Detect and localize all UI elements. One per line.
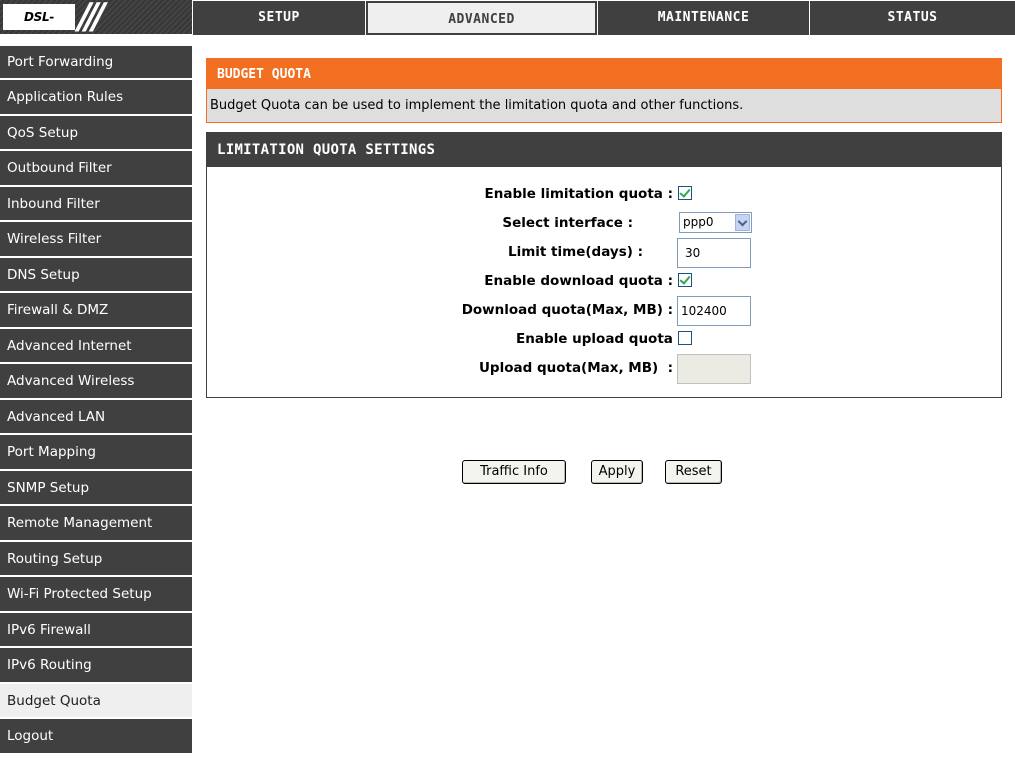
- main-content: BUDGET QUOTA Budget Quota can be used to…: [206, 58, 1002, 398]
- top-navigation-bar: DSL-2750B /// SETUP ADVANCED MAINTENANCE…: [0, 0, 1015, 38]
- sidebar-item-snmp-setup[interactable]: SNMP Setup: [0, 470, 192, 506]
- download-quota-row: Download quota(Max, MB) : 102400: [207, 296, 1001, 326]
- enable-upload-checkbox[interactable]: [678, 331, 692, 345]
- sidebar-item-remote-management[interactable]: Remote Management: [0, 506, 192, 542]
- sidebar-item-routing-setup[interactable]: Routing Setup: [0, 541, 192, 577]
- enable-download-label: Enable download quota :: [484, 273, 673, 289]
- sidebar-item-dns-setup[interactable]: DNS Setup: [0, 257, 192, 293]
- tab-maintenance[interactable]: MAINTENANCE: [598, 1, 809, 35]
- sidebar-item-application-rules[interactable]: Application Rules: [0, 80, 192, 116]
- sidebar-item-wifi-protected-setup[interactable]: Wi-Fi Protected Setup: [0, 577, 192, 613]
- enable-limitation-checkbox[interactable]: [678, 186, 692, 200]
- sidebar-item-ipv6-routing[interactable]: IPv6 Routing: [0, 648, 192, 684]
- upload-quota-row: Upload quota(Max, MB) :: [207, 354, 1001, 384]
- sidebar-item-port-mapping[interactable]: Port Mapping: [0, 435, 192, 471]
- sidebar-item-advanced-internet[interactable]: Advanced Internet: [0, 328, 192, 364]
- budget-quota-title: BUDGET QUOTA: [207, 59, 1001, 89]
- download-quota-label: Download quota(Max, MB) :: [461, 302, 673, 318]
- sidebar-item-advanced-wireless[interactable]: Advanced Wireless: [0, 364, 192, 400]
- budget-quota-panel: BUDGET QUOTA Budget Quota can be used to…: [206, 58, 1002, 123]
- limitation-quota-title: LIMITATION QUOTA SETTINGS: [207, 133, 1001, 167]
- sidebar-item-port-forwarding[interactable]: Port Forwarding: [0, 46, 192, 80]
- limit-time-input[interactable]: 30: [677, 238, 751, 268]
- chevron-down-icon[interactable]: [735, 214, 750, 231]
- enable-limitation-row: Enable limitation quota :: [207, 180, 1001, 209]
- limit-time-row: Limit time(days) : 30: [207, 238, 1001, 268]
- enable-upload-row: Enable upload quota :: [207, 325, 1001, 354]
- sidebar-item-budget-quota[interactable]: Budget Quota: [0, 683, 192, 719]
- upload-quota-input: [677, 354, 751, 384]
- select-interface-row: Select interface : ppp0: [207, 209, 1001, 238]
- traffic-info-button[interactable]: Traffic Info: [462, 460, 566, 484]
- sidebar-item-inbound-filter[interactable]: Inbound Filter: [0, 186, 192, 222]
- budget-quota-description: Budget Quota can be used to implement th…: [207, 89, 1001, 122]
- limitation-quota-panel: LIMITATION QUOTA SETTINGS Enable limitat…: [206, 132, 1002, 398]
- interface-select[interactable]: ppp0: [679, 212, 752, 233]
- interface-select-value: ppp0: [683, 215, 714, 229]
- sidebar-item-logout[interactable]: Logout: [0, 719, 192, 755]
- sidebar-item-outbound-filter[interactable]: Outbound Filter: [0, 151, 192, 187]
- tab-advanced[interactable]: ADVANCED: [366, 1, 597, 35]
- sidebar-item-ipv6-firewall[interactable]: IPv6 Firewall: [0, 612, 192, 648]
- apply-button[interactable]: Apply: [591, 460, 643, 484]
- enable-download-checkbox[interactable]: [678, 273, 692, 287]
- enable-download-row: Enable download quota :: [207, 267, 1001, 296]
- enable-upload-label: Enable upload quota :: [516, 331, 683, 347]
- select-interface-label: Select interface :: [502, 215, 633, 231]
- model-name: DSL-2750B: [3, 4, 75, 30]
- sidebar-item-wireless-filter[interactable]: Wireless Filter: [0, 222, 192, 258]
- sidebar: Port Forwarding Application Rules QoS Se…: [0, 46, 192, 755]
- enable-limitation-label: Enable limitation quota :: [484, 186, 673, 202]
- sidebar-item-firewall-dmz[interactable]: Firewall & DMZ: [0, 293, 192, 329]
- sidebar-item-advanced-lan[interactable]: Advanced LAN: [0, 399, 192, 435]
- limit-time-label: Limit time(days) :: [507, 244, 643, 260]
- logo-slashes-icon: ///: [78, 0, 106, 34]
- sidebar-item-qos-setup[interactable]: QoS Setup: [0, 115, 192, 151]
- reset-button[interactable]: Reset: [665, 460, 722, 484]
- brand-logo: DSL-2750B ///: [0, 0, 192, 34]
- upload-quota-label: Upload quota(Max, MB) :: [478, 360, 673, 376]
- download-quota-input[interactable]: 102400: [677, 296, 751, 326]
- tab-setup[interactable]: SETUP: [193, 1, 365, 35]
- tab-status[interactable]: STATUS: [810, 1, 1015, 35]
